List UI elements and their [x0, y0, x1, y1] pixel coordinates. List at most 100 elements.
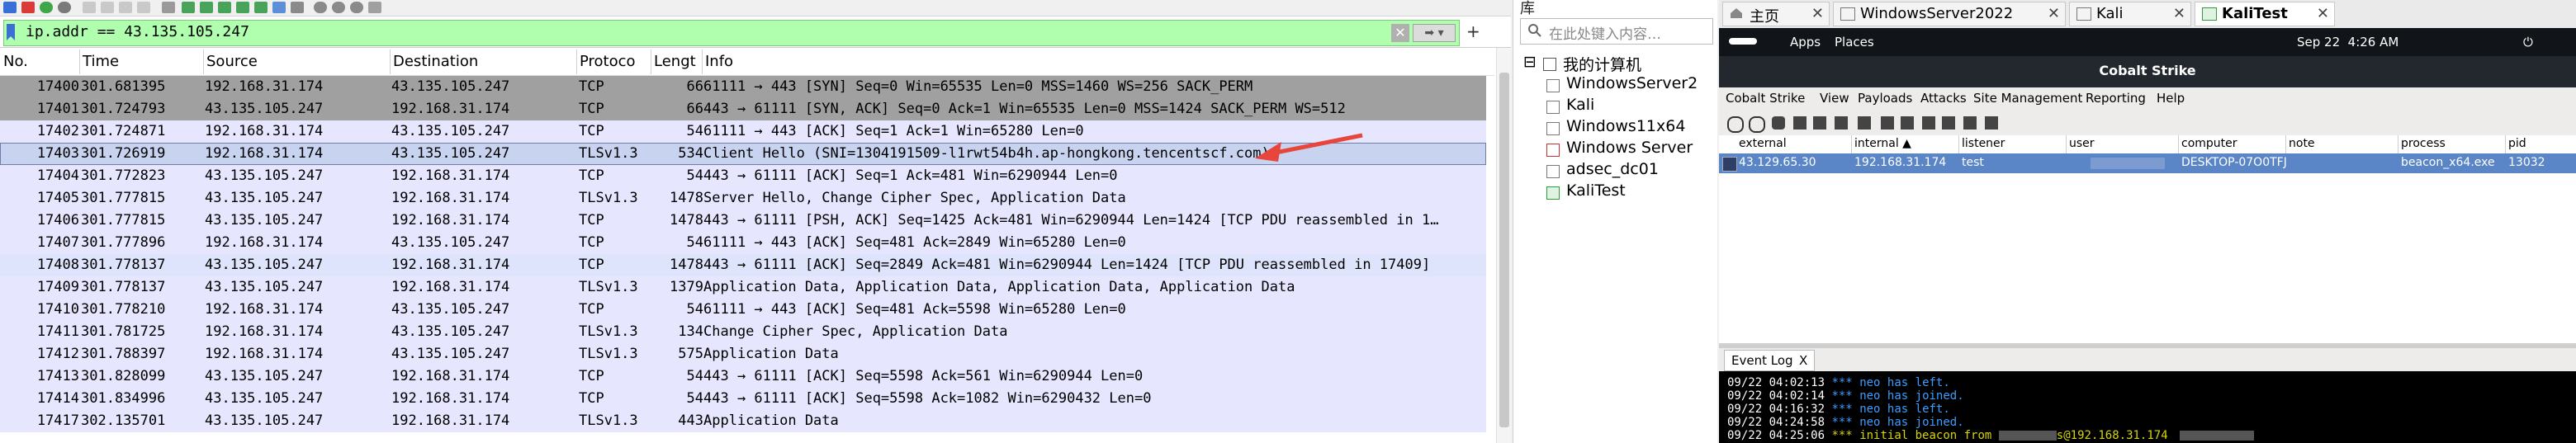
zoom-out-icon[interactable] [332, 2, 345, 13]
close-icon[interactable]: ✕ [1811, 5, 1824, 22]
find-packet-icon[interactable] [162, 2, 175, 13]
column-header-protocol[interactable]: Protoco [580, 53, 651, 70]
packet-list-scrollbar[interactable] [1496, 48, 1511, 443]
col-internal[interactable]: internal ▲ [1854, 137, 1911, 150]
tab-home[interactable]: 主页 ✕ [1722, 2, 1830, 26]
packet-row[interactable]: 17404 301.772823 43.135.105.247 192.168.31.… [0, 165, 1486, 187]
zoom-in-icon[interactable] [314, 2, 327, 13]
shark-fin-icon[interactable] [3, 2, 17, 13]
code-icon[interactable] [1942, 116, 1955, 130]
tab-kali[interactable]: Kali ✕ [2069, 2, 2191, 26]
open-file-icon[interactable] [83, 2, 96, 13]
packet-row[interactable]: 17406 301.777815 43.135.105.247 192.168.31.… [0, 210, 1486, 232]
menu-attacks[interactable]: Attacks [1920, 91, 1967, 106]
add-filter-button[interactable]: + [1466, 21, 1480, 41]
apps-menu[interactable]: Apps [1790, 35, 1821, 49]
packet-row[interactable]: 17417 302.135701 43.135.105.247 192.168.31.… [0, 410, 1486, 432]
save-file-icon[interactable] [101, 2, 114, 13]
close-icon[interactable]: ✕ [2048, 5, 2060, 22]
column-header-destination[interactable]: Destination [393, 53, 575, 70]
reload-icon[interactable] [137, 2, 150, 13]
packet-row[interactable]: 17408 301.778137 43.135.105.247 192.168.31.… [0, 254, 1486, 276]
camera-icon[interactable] [1963, 116, 1977, 130]
packet-row[interactable]: 17413 301.828099 43.135.105.247 192.168.31.… [0, 365, 1486, 388]
packet-row[interactable]: 17407 301.777896 192.168.31.174 43.135.105.… [0, 232, 1486, 254]
scrollbar-thumb[interactable] [1499, 73, 1509, 427]
autoscroll-icon[interactable] [272, 2, 286, 13]
packet-row[interactable]: 17400 301.681395 192.168.31.174 43.135.105.… [0, 76, 1486, 98]
cloud-icon[interactable] [1922, 116, 1935, 130]
packet-row[interactable]: 17414 301.834996 43.135.105.247 192.168.31.… [0, 388, 1486, 410]
display-filter-input[interactable]: ip.addr == 43.135.105.247 ✕ ➡ ▾ [3, 20, 1460, 46]
clear-filter-icon[interactable]: ✕ [1391, 24, 1409, 42]
last-packet-icon[interactable] [254, 2, 268, 13]
tree-item-kali[interactable]: Kali [1566, 96, 1594, 114]
menu-payloads[interactable]: Payloads [1858, 91, 1912, 106]
tab-windowsserver2022[interactable]: WindowsServer2022 ✕ [1833, 2, 2066, 26]
col-computer[interactable]: computer [2181, 137, 2237, 150]
menu-reporting[interactable]: Reporting [2086, 91, 2146, 106]
col-process[interactable]: process [2401, 137, 2446, 150]
tree-item-windows-server[interactable]: Windows Server [1566, 139, 1693, 157]
col-external[interactable]: external [1739, 137, 1787, 150]
power-icon[interactable]: ⏻ [2523, 35, 2533, 49]
colorize-icon[interactable] [291, 2, 304, 13]
apply-filter-button[interactable]: ➡ ▾ [1413, 24, 1456, 42]
stop-capture-icon[interactable] [21, 2, 35, 13]
go-back-icon[interactable] [182, 2, 195, 13]
tree-item-windows11[interactable]: Windows11x64 [1566, 117, 1685, 135]
connect-icon[interactable] [1727, 116, 1744, 133]
list-icon[interactable] [1813, 116, 1826, 130]
column-header-info[interactable]: Info [705, 53, 1035, 70]
close-icon[interactable]: ✕ [2317, 5, 2329, 22]
close-icon[interactable]: ✕ [2173, 5, 2185, 22]
target-icon[interactable] [1858, 116, 1871, 130]
packet-row[interactable]: 17411 301.781725 192.168.31.174 43.135.105.… [0, 321, 1486, 343]
restart-capture-icon[interactable] [40, 2, 53, 13]
col-note[interactable]: note [2289, 137, 2315, 150]
zoom-normal-icon[interactable] [350, 2, 363, 13]
disconnect-icon[interactable] [1749, 116, 1765, 133]
tree-item-adsec-dc01[interactable]: adsec_dc01 [1566, 160, 1659, 178]
packet-row[interactable]: 17401 301.724793 43.135.105.247 192.168.31.… [0, 98, 1486, 120]
first-packet-icon[interactable] [236, 2, 249, 13]
share-icon[interactable] [1793, 116, 1807, 130]
headphones-icon[interactable] [1772, 116, 1785, 130]
go-to-packet-icon[interactable] [218, 2, 231, 13]
menu-help[interactable]: Help [2157, 91, 2185, 106]
tab-event-log[interactable]: Event Log X [1724, 350, 1815, 371]
menu-cobalt-strike[interactable]: Cobalt Strike [1726, 91, 1805, 106]
column-header-no[interactable]: No. [3, 53, 78, 70]
tree-root-my-computer[interactable]: 我的计算机 [1563, 53, 1641, 75]
column-header-time[interactable]: Time [83, 53, 198, 70]
resize-columns-icon[interactable] [368, 2, 381, 13]
bookmark-icon[interactable] [6, 23, 16, 41]
packet-row[interactable]: 17405 301.777815 43.135.105.247 192.168.31.… [0, 187, 1486, 210]
packet-row[interactable]: 17412 301.788397 192.168.31.174 43.135.105.… [0, 343, 1486, 365]
tab-kalitest[interactable]: KaliTest ✕ [2195, 2, 2335, 26]
tree-collapse-icon[interactable]: ⊟ [1523, 53, 1537, 71]
close-icon[interactable]: X [1799, 353, 1807, 368]
col-pid[interactable]: pid [2508, 137, 2526, 150]
menu-view[interactable]: View [1820, 91, 1849, 106]
close-file-icon[interactable] [119, 2, 132, 13]
tree-item-kalitest[interactable]: KaliTest [1566, 181, 1626, 200]
key-icon[interactable] [1881, 116, 1894, 130]
library-search-input[interactable]: 在此处键入内容… [1520, 18, 1713, 45]
column-header-length[interactable]: Lengt [654, 53, 700, 70]
menu-site-management[interactable]: Site Management [1973, 91, 2082, 106]
download-icon[interactable] [1901, 116, 1914, 130]
session-row[interactable]: 43.129.65.30 192.168.31.174 test DESKTOP… [1719, 153, 2576, 173]
col-listener[interactable]: listener [1962, 137, 2005, 150]
screenshot-icon[interactable] [1985, 116, 1998, 130]
tree-item-windowsserver[interactable]: WindowsServer2 [1566, 74, 1698, 92]
packet-row[interactable]: 17409 301.778137 43.135.105.247 192.168.31.… [0, 276, 1486, 299]
col-user[interactable]: user [2069, 137, 2095, 150]
packet-row[interactable]: 17410 301.778210 192.168.31.174 43.135.105.… [0, 299, 1486, 321]
table-icon[interactable] [1835, 116, 1848, 130]
capture-options-icon[interactable] [58, 2, 71, 13]
go-forward-icon[interactable] [200, 2, 213, 13]
column-header-source[interactable]: Source [206, 53, 388, 70]
kali-logo-icon[interactable] [1729, 38, 1757, 45]
places-menu[interactable]: Places [1835, 35, 1874, 49]
